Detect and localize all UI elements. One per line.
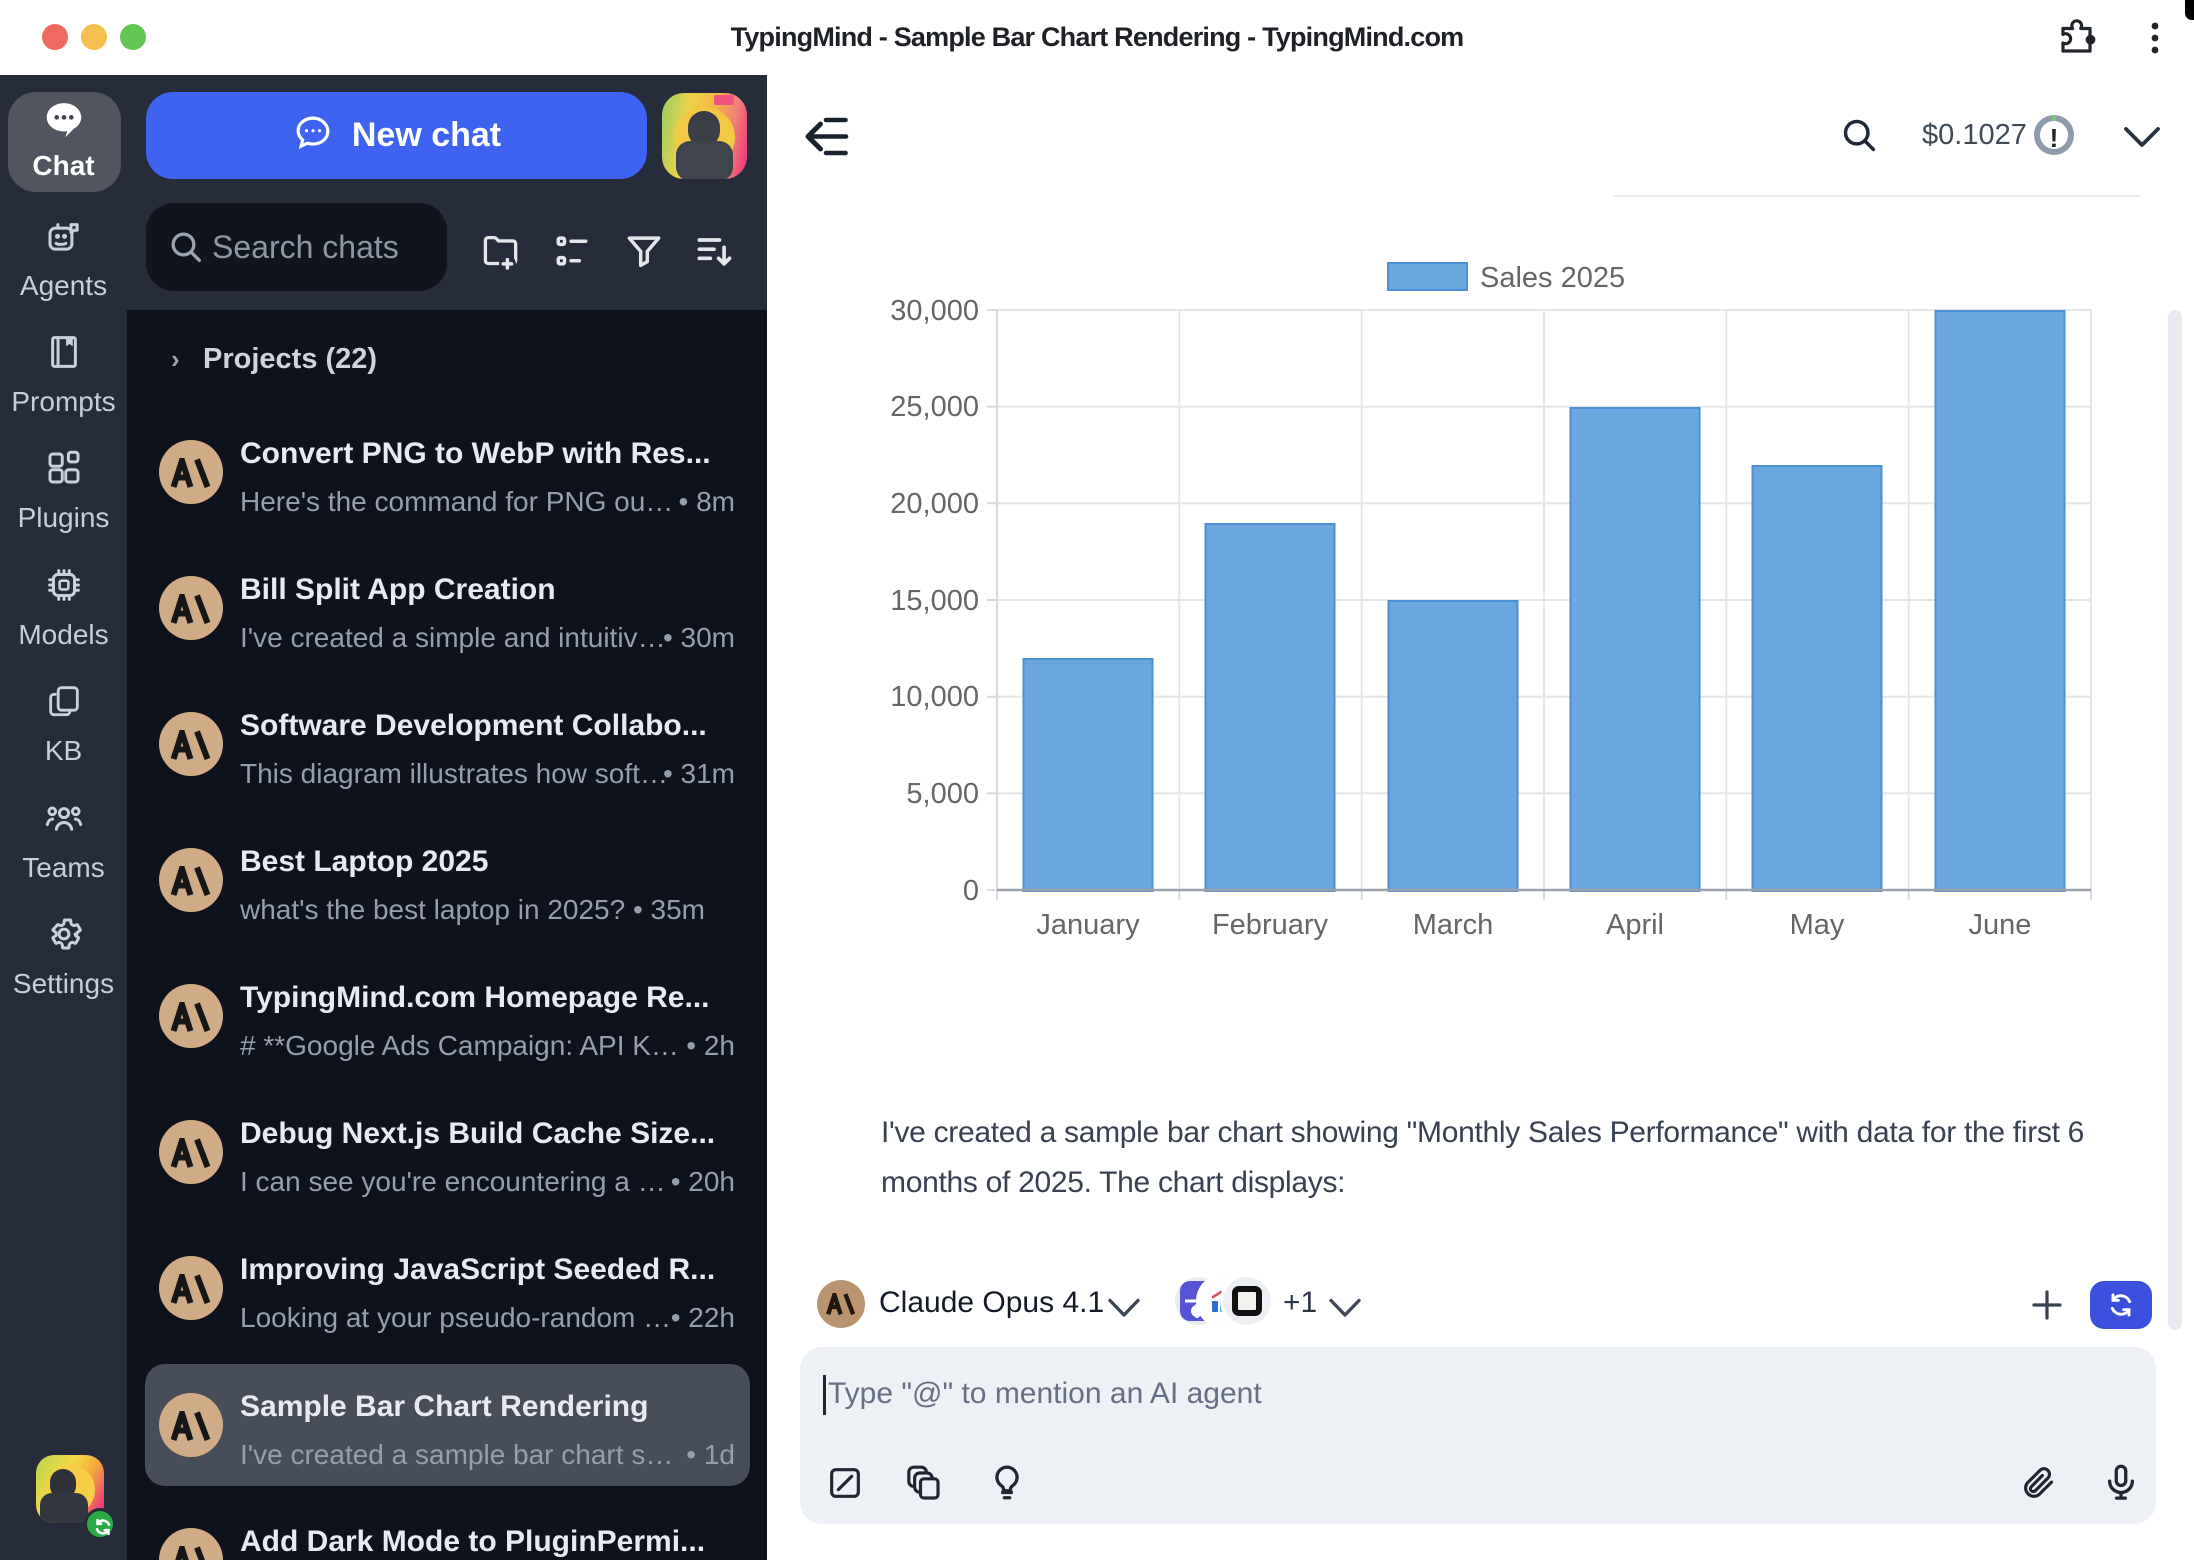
svg-text:0: 0 [963, 875, 979, 907]
svg-text:15,000: 15,000 [890, 585, 979, 617]
svg-text:20,000: 20,000 [890, 488, 979, 520]
svg-text:25,000: 25,000 [890, 391, 979, 423]
svg-text:Sales 2025: Sales 2025 [1480, 262, 1625, 294]
svg-text:10,000: 10,000 [890, 681, 979, 713]
svg-text:April: April [1606, 909, 1664, 941]
svg-text:5,000: 5,000 [906, 778, 979, 810]
svg-text:30,000: 30,000 [890, 295, 979, 327]
svg-text:June: June [1969, 909, 2032, 941]
svg-text:May: May [1790, 909, 1845, 941]
svg-text:March: March [1413, 909, 1494, 941]
svg-text:January: January [1036, 909, 1140, 941]
svg-text:February: February [1212, 909, 1329, 941]
